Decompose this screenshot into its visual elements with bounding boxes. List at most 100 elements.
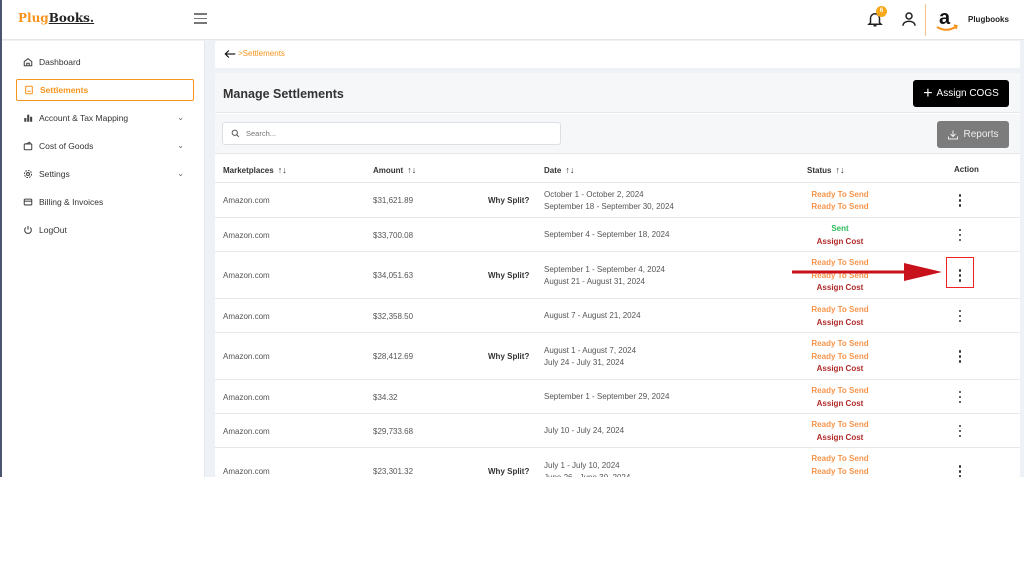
table-row: Amazon.com $31,621.89 Why Split? October 1 … (215, 184, 1020, 218)
download-icon (948, 130, 959, 139)
marketplace-cell: Amazon.com (223, 196, 270, 205)
date-range: July 24 - July 31, 2024 (544, 358, 625, 367)
reports-button[interactable]: Reports (937, 121, 1009, 148)
amount-cell: $31,621.89 (373, 196, 414, 205)
top-header: PlugBooks. 6 a Plugbooks (2, 0, 1024, 40)
power-icon (23, 225, 33, 235)
date-cell: July 1 - July 10, 2024 June 26 - June 30,… (544, 460, 630, 478)
sort-icon[interactable]: ↑↓ (565, 165, 574, 175)
status-cell: Ready To Send Ready To Send Assign Cost (775, 257, 905, 295)
sidebar-item-label: Account & Tax Mapping (39, 113, 129, 123)
table-row: Amazon.com $32,358.50 August 7 - August 21… (215, 300, 1020, 333)
date-range: July 1 - July 10, 2024 (544, 460, 620, 470)
gear-icon (23, 169, 33, 179)
amount-cell: $33,700.08 (373, 230, 414, 240)
why-split-link[interactable]: Why Split? (488, 271, 529, 280)
assign-cost-link[interactable]: Assign Cost (775, 236, 905, 249)
status-cell: Ready To Send Assign Cost (775, 304, 905, 329)
date-range: August 7 - August 21, 2024 (544, 311, 641, 321)
reports-label: Reports (963, 129, 999, 140)
column-header-status[interactable]: Status ↑↓ (807, 165, 844, 175)
more-options-icon[interactable] (955, 228, 965, 245)
date-cell: July 10 - July 24, 2024 (544, 425, 624, 438)
header-divider (925, 4, 926, 36)
assign-cost-link[interactable]: Assign Cost (775, 317, 905, 330)
assign-cost-link[interactable]: Assign Cost (775, 398, 905, 411)
settlements-card: Manage Settlements + Assign COGS Reports… (215, 73, 1020, 477)
status-badge: Ready To Send (811, 454, 869, 464)
chevron-down-icon: ⌄ (177, 169, 184, 178)
status-cell: Ready To Send Ready To Send Assign Cost (775, 338, 905, 376)
more-options-icon[interactable] (955, 465, 965, 477)
amount-cell: $28,412.69 (373, 352, 414, 361)
sidebar-item-label: Settings (39, 169, 70, 179)
date-range: July 10 - July 24, 2024 (544, 426, 625, 436)
assign-cost-link[interactable]: Assign Cost (775, 432, 905, 445)
marketplace-cell: Amazon.com (223, 311, 270, 321)
more-options-icon[interactable] (955, 424, 965, 441)
column-header-marketplaces[interactable]: Marketplaces ↑↓ (223, 165, 287, 175)
sort-icon[interactable]: ↑↓ (407, 165, 416, 175)
sidebar-item-settings[interactable]: Settings ⌄ (16, 163, 194, 185)
breadcrumb: >Settlements (215, 41, 1020, 68)
table-row: Amazon.com $34.32 September 1 - September … (215, 381, 1020, 414)
more-options-icon[interactable] (955, 309, 965, 326)
column-header-amount[interactable]: Amount ↑↓ (373, 165, 416, 175)
sidebar-item-label: LogOut (39, 225, 67, 235)
svg-text:a: a (939, 7, 951, 29)
status-cell: Ready To Send Assign Cost (775, 385, 905, 410)
search-input[interactable] (246, 129, 546, 138)
hamburger-menu-icon[interactable] (194, 13, 207, 24)
sidebar-item-billing-invoices[interactable]: Billing & Invoices (16, 191, 194, 213)
status-badge: Ready To Send (811, 420, 869, 429)
sidebar-item-cost-of-goods[interactable]: Cost of Goods ⌄ (16, 135, 194, 157)
date-range: September 1 - September 4, 2024 (544, 264, 665, 274)
card-header: Manage Settlements + Assign COGS (215, 73, 1020, 113)
column-label: Status (807, 166, 832, 175)
table-header: Marketplaces ↑↓ Amount ↑↓ Date ↑↓ Status ↑↓ … (215, 155, 1020, 183)
search-box[interactable] (222, 122, 561, 145)
breadcrumb-settlements[interactable]: >Settlements (238, 49, 285, 58)
date-cell: September 1 - September 29, 2024 (544, 391, 669, 404)
logo-plug-text: Plug (18, 11, 49, 25)
wallet-icon (23, 141, 33, 151)
back-arrow-icon[interactable] (223, 47, 237, 61)
amount-cell: $34,051.63 (373, 271, 414, 280)
why-split-link[interactable]: Why Split? (488, 352, 529, 361)
table-row: Amazon.com $29,733.68 July 10 - July 24, 2… (215, 415, 1020, 448)
page-scrollbar[interactable] (1020, 41, 1024, 477)
status-badge: Ready To Send (811, 351, 869, 361)
status-badge: Ready To Send (811, 189, 869, 199)
column-header-date[interactable]: Date ↑↓ (544, 165, 574, 175)
sidebar: Dashboard Settlements Account & Tax Mapp… (2, 41, 205, 477)
sidebar-item-settlements[interactable]: Settlements (16, 79, 194, 101)
plugbooks-logo[interactable]: PlugBooks. (18, 11, 94, 25)
column-header-action: Action (954, 165, 979, 174)
amount-cell: $34.32 (373, 392, 398, 402)
why-split-link[interactable]: Why Split? (488, 467, 529, 476)
marketplace-cell: Amazon.com (223, 392, 270, 402)
why-split-link[interactable]: Why Split? (488, 196, 529, 205)
date-cell: August 7 - August 21, 2024 (544, 310, 641, 323)
marketplace-cell: Amazon.com (223, 467, 270, 476)
date-cell: October 1 - October 2, 2024 September 18 … (544, 189, 674, 214)
assign-cogs-button[interactable]: + Assign COGS (913, 80, 1009, 107)
more-options-icon[interactable] (955, 350, 965, 366)
assign-cost-link[interactable]: Assign Cost (775, 282, 905, 295)
table-toolbar: Reports (215, 114, 1020, 154)
sort-icon[interactable]: ↑↓ (835, 165, 844, 175)
more-options-icon[interactable] (955, 269, 965, 285)
sidebar-item-dashboard[interactable]: Dashboard (16, 51, 194, 73)
document-icon (24, 85, 34, 95)
sort-icon[interactable]: ↑↓ (278, 165, 287, 175)
sidebar-item-account-tax-mapping[interactable]: Account & Tax Mapping ⌄ (16, 107, 194, 129)
more-options-icon[interactable] (955, 194, 965, 210)
search-icon (231, 129, 240, 138)
more-options-icon[interactable] (955, 390, 965, 407)
assign-cost-link[interactable]: Assign Cost (775, 363, 905, 376)
status-badge: Ready To Send (811, 305, 869, 314)
sidebar-item-logout[interactable]: LogOut (16, 219, 194, 241)
table-row: Amazon.com $23,301.32 Why Split? July 1 - J… (215, 449, 1020, 477)
user-icon[interactable] (900, 10, 918, 28)
table-row: Amazon.com $33,700.08 September 4 - Septem… (215, 219, 1020, 252)
